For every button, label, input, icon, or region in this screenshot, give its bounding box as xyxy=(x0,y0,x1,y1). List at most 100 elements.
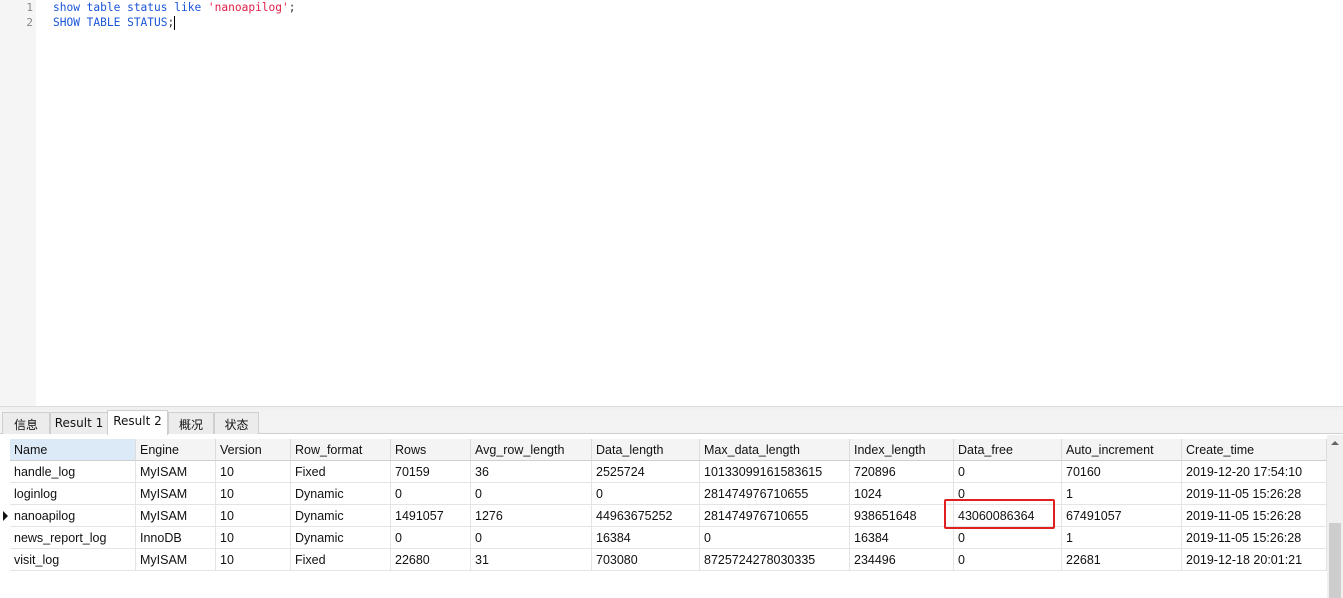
table-cell-index-length[interactable]: 16384 xyxy=(850,527,954,549)
table-cell-create-time[interactable]: 2019-12-20 17:54:10 xyxy=(1182,461,1327,483)
table-cell-name[interactable]: nanoapilog xyxy=(10,505,136,527)
column-header-engine[interactable]: Engine xyxy=(136,439,216,461)
column-header-auto-increment[interactable]: Auto_increment xyxy=(1062,439,1182,461)
table-cell-row-format[interactable]: Fixed xyxy=(291,461,391,483)
table-cell-create-time[interactable]: 2019-11-05 15:26:28 xyxy=(1182,527,1327,549)
table-cell-data-free[interactable]: 0 xyxy=(954,461,1062,483)
scrollbar-thumb[interactable] xyxy=(1329,523,1341,598)
column-header-version[interactable]: Version xyxy=(216,439,291,461)
table-cell-avg-row-length[interactable]: 36 xyxy=(471,461,592,483)
table-cell-data-length[interactable]: 2525724 xyxy=(592,461,700,483)
table-cell-auto-increment[interactable]: 22681 xyxy=(1062,549,1182,571)
sql-keywords: show table status like xyxy=(53,1,208,14)
row-selector[interactable] xyxy=(0,505,10,527)
table-cell-engine[interactable]: MyISAM xyxy=(136,483,216,505)
column-header-row-format[interactable]: Row_format xyxy=(291,439,391,461)
tab-result-1[interactable]: Result 1 xyxy=(50,412,108,434)
table-cell-avg-row-length[interactable]: 0 xyxy=(471,527,592,549)
table-cell-name[interactable]: visit_log xyxy=(10,549,136,571)
code-line[interactable]: SHOW TABLE STATUS; xyxy=(53,16,176,30)
table-cell-index-length[interactable]: 938651648 xyxy=(850,505,954,527)
table-cell-avg-row-length[interactable]: 1276 xyxy=(471,505,592,527)
table-cell-row-format[interactable]: Fixed xyxy=(291,549,391,571)
table-cell-max-data-length[interactable]: 8725724278030335 xyxy=(700,549,850,571)
table-cell-rows[interactable]: 70159 xyxy=(391,461,471,483)
table-cell-data-free[interactable]: 0 xyxy=(954,527,1062,549)
sql-string: 'nanoapilog' xyxy=(207,1,289,14)
sql-keywords: SHOW TABLE STATUS xyxy=(53,16,168,29)
table-cell-auto-increment[interactable]: 1 xyxy=(1062,527,1182,549)
column-header-max-data-length[interactable]: Max_data_length xyxy=(700,439,850,461)
table-cell-max-data-length[interactable]: 281474976710655 xyxy=(700,483,850,505)
column-header-rows[interactable]: Rows xyxy=(391,439,471,461)
table-cell-name[interactable]: handle_log xyxy=(10,461,136,483)
row-selector[interactable] xyxy=(0,549,10,571)
table-cell-rows[interactable]: 22680 xyxy=(391,549,471,571)
table-cell-max-data-length[interactable]: 0 xyxy=(700,527,850,549)
table-row[interactable]: nanoapilog MyISAM 10 Dynamic 1491057 1276 4496… xyxy=(0,505,1327,527)
table-cell-engine[interactable]: InnoDB xyxy=(136,527,216,549)
table-cell-index-length[interactable]: 720896 xyxy=(850,461,954,483)
sql-editor[interactable]: 1 2 show table status like 'nanoapilog';… xyxy=(0,0,1343,406)
table-cell-rows[interactable]: 0 xyxy=(391,527,471,549)
column-header-data-length[interactable]: Data_length xyxy=(592,439,700,461)
table-cell-auto-increment[interactable]: 70160 xyxy=(1062,461,1182,483)
table-cell-engine[interactable]: MyISAM xyxy=(136,461,216,483)
table-cell-data-length[interactable]: 44963675252 xyxy=(592,505,700,527)
vertical-scrollbar[interactable] xyxy=(1327,435,1343,598)
column-header-avg-row-length[interactable]: Avg_row_length xyxy=(471,439,592,461)
table-cell-name[interactable]: loginlog xyxy=(10,483,136,505)
result-grid[interactable]: Name Engine Version Row_format Rows Avg_row_l… xyxy=(0,435,1327,598)
table-cell-create-time[interactable]: 2019-11-05 15:26:28 xyxy=(1182,505,1327,527)
scroll-up-icon[interactable] xyxy=(1327,435,1343,451)
code-line[interactable]: show table status like 'nanoapilog'; xyxy=(53,1,296,15)
table-row[interactable]: visit_log MyISAM 10 Fixed 22680 31 703080 87257… xyxy=(0,549,1327,571)
table-cell-engine[interactable]: MyISAM xyxy=(136,505,216,527)
table-cell-max-data-length[interactable]: 10133099161583615 xyxy=(700,461,850,483)
tab-result-2[interactable]: Result 2 xyxy=(107,410,168,435)
table-cell-create-time[interactable]: 2019-11-05 15:26:28 xyxy=(1182,483,1327,505)
table-cell-data-free[interactable]: 0 xyxy=(954,483,1062,505)
table-cell-auto-increment[interactable]: 1 xyxy=(1062,483,1182,505)
table-cell-row-format[interactable]: Dynamic xyxy=(291,527,391,549)
table-cell-version[interactable]: 10 xyxy=(216,505,291,527)
table-cell-data-length[interactable]: 16384 xyxy=(592,527,700,549)
table-cell-index-length[interactable]: 234496 xyxy=(850,549,954,571)
tab-info[interactable]: 信息 xyxy=(2,412,50,434)
table-cell-row-format[interactable]: Dynamic xyxy=(291,483,391,505)
table-row[interactable]: loginlog MyISAM 10 Dynamic 0 0 0 28147497671065… xyxy=(0,483,1327,505)
row-selector[interactable] xyxy=(0,461,10,483)
column-header-name[interactable]: Name xyxy=(10,439,136,461)
table-cell-engine[interactable]: MyISAM xyxy=(136,549,216,571)
table-cell-data-free[interactable]: 43060086364 xyxy=(954,505,1062,527)
table-cell-auto-increment[interactable]: 67491057 xyxy=(1062,505,1182,527)
table-cell-name[interactable]: news_report_log xyxy=(10,527,136,549)
line-number: 1 xyxy=(26,1,33,14)
table-cell-rows[interactable]: 0 xyxy=(391,483,471,505)
text-caret xyxy=(174,16,176,30)
table-cell-data-free[interactable]: 0 xyxy=(954,549,1062,571)
table-cell-version[interactable]: 10 xyxy=(216,483,291,505)
grid-header-row: Name Engine Version Row_format Rows Avg_row_l… xyxy=(0,439,1327,461)
table-cell-avg-row-length[interactable]: 31 xyxy=(471,549,592,571)
table-cell-create-time[interactable]: 2019-12-18 20:01:21 xyxy=(1182,549,1327,571)
row-selector[interactable] xyxy=(0,527,10,549)
table-cell-version[interactable]: 10 xyxy=(216,527,291,549)
table-row[interactable]: news_report_log InnoDB 10 Dynamic 0 0 16384 0 16… xyxy=(0,527,1327,549)
row-selector[interactable] xyxy=(0,483,10,505)
column-header-create-time[interactable]: Create_time xyxy=(1182,439,1327,461)
table-cell-max-data-length[interactable]: 281474976710655 xyxy=(700,505,850,527)
table-cell-index-length[interactable]: 1024 xyxy=(850,483,954,505)
table-cell-data-length[interactable]: 0 xyxy=(592,483,700,505)
tab-overview[interactable]: 概况 xyxy=(168,412,214,434)
column-header-data-free[interactable]: Data_free xyxy=(954,439,1062,461)
tab-status[interactable]: 状态 xyxy=(214,412,259,434)
table-cell-avg-row-length[interactable]: 0 xyxy=(471,483,592,505)
table-row[interactable]: handle_log MyISAM 10 Fixed 70159 36 2525724 101… xyxy=(0,461,1327,483)
column-header-index-length[interactable]: Index_length xyxy=(850,439,954,461)
table-cell-rows[interactable]: 1491057 xyxy=(391,505,471,527)
table-cell-row-format[interactable]: Dynamic xyxy=(291,505,391,527)
table-cell-version[interactable]: 10 xyxy=(216,549,291,571)
table-cell-data-length[interactable]: 703080 xyxy=(592,549,700,571)
table-cell-version[interactable]: 10 xyxy=(216,461,291,483)
